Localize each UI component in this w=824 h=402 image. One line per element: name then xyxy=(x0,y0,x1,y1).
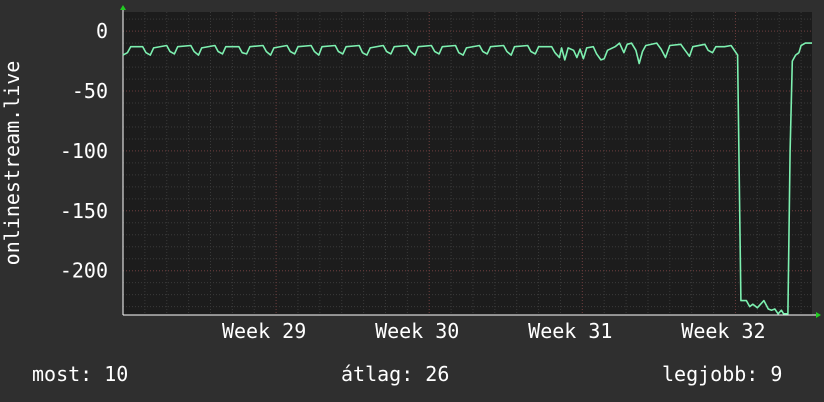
y-tick-label: -50 xyxy=(72,79,108,103)
x-tick-label: Week 31 xyxy=(528,319,612,343)
chart: 0 -50 -100 -150 -200 Week 29 Week 30 Week 31 Wee… xyxy=(0,5,821,343)
plot-background xyxy=(123,12,812,315)
y-tick-label: -100 xyxy=(60,139,108,163)
y-tick-label: -200 xyxy=(60,259,108,283)
x-axis-arrow xyxy=(816,312,821,318)
current-value: most: 10 xyxy=(32,362,129,386)
y-tick-label: -150 xyxy=(60,199,108,223)
y-tick-label: 0 xyxy=(96,19,108,43)
x-tick-label: Week 32 xyxy=(681,319,765,343)
average-value: átlag: 26 xyxy=(341,362,450,386)
x-tick-label: Week 29 xyxy=(222,319,306,343)
y-axis-label: onlinestream.live xyxy=(0,61,24,266)
x-tick-label: Week 30 xyxy=(375,319,459,343)
best-value: legjobb: 9 xyxy=(662,362,783,386)
y-axis-arrow xyxy=(120,5,126,10)
